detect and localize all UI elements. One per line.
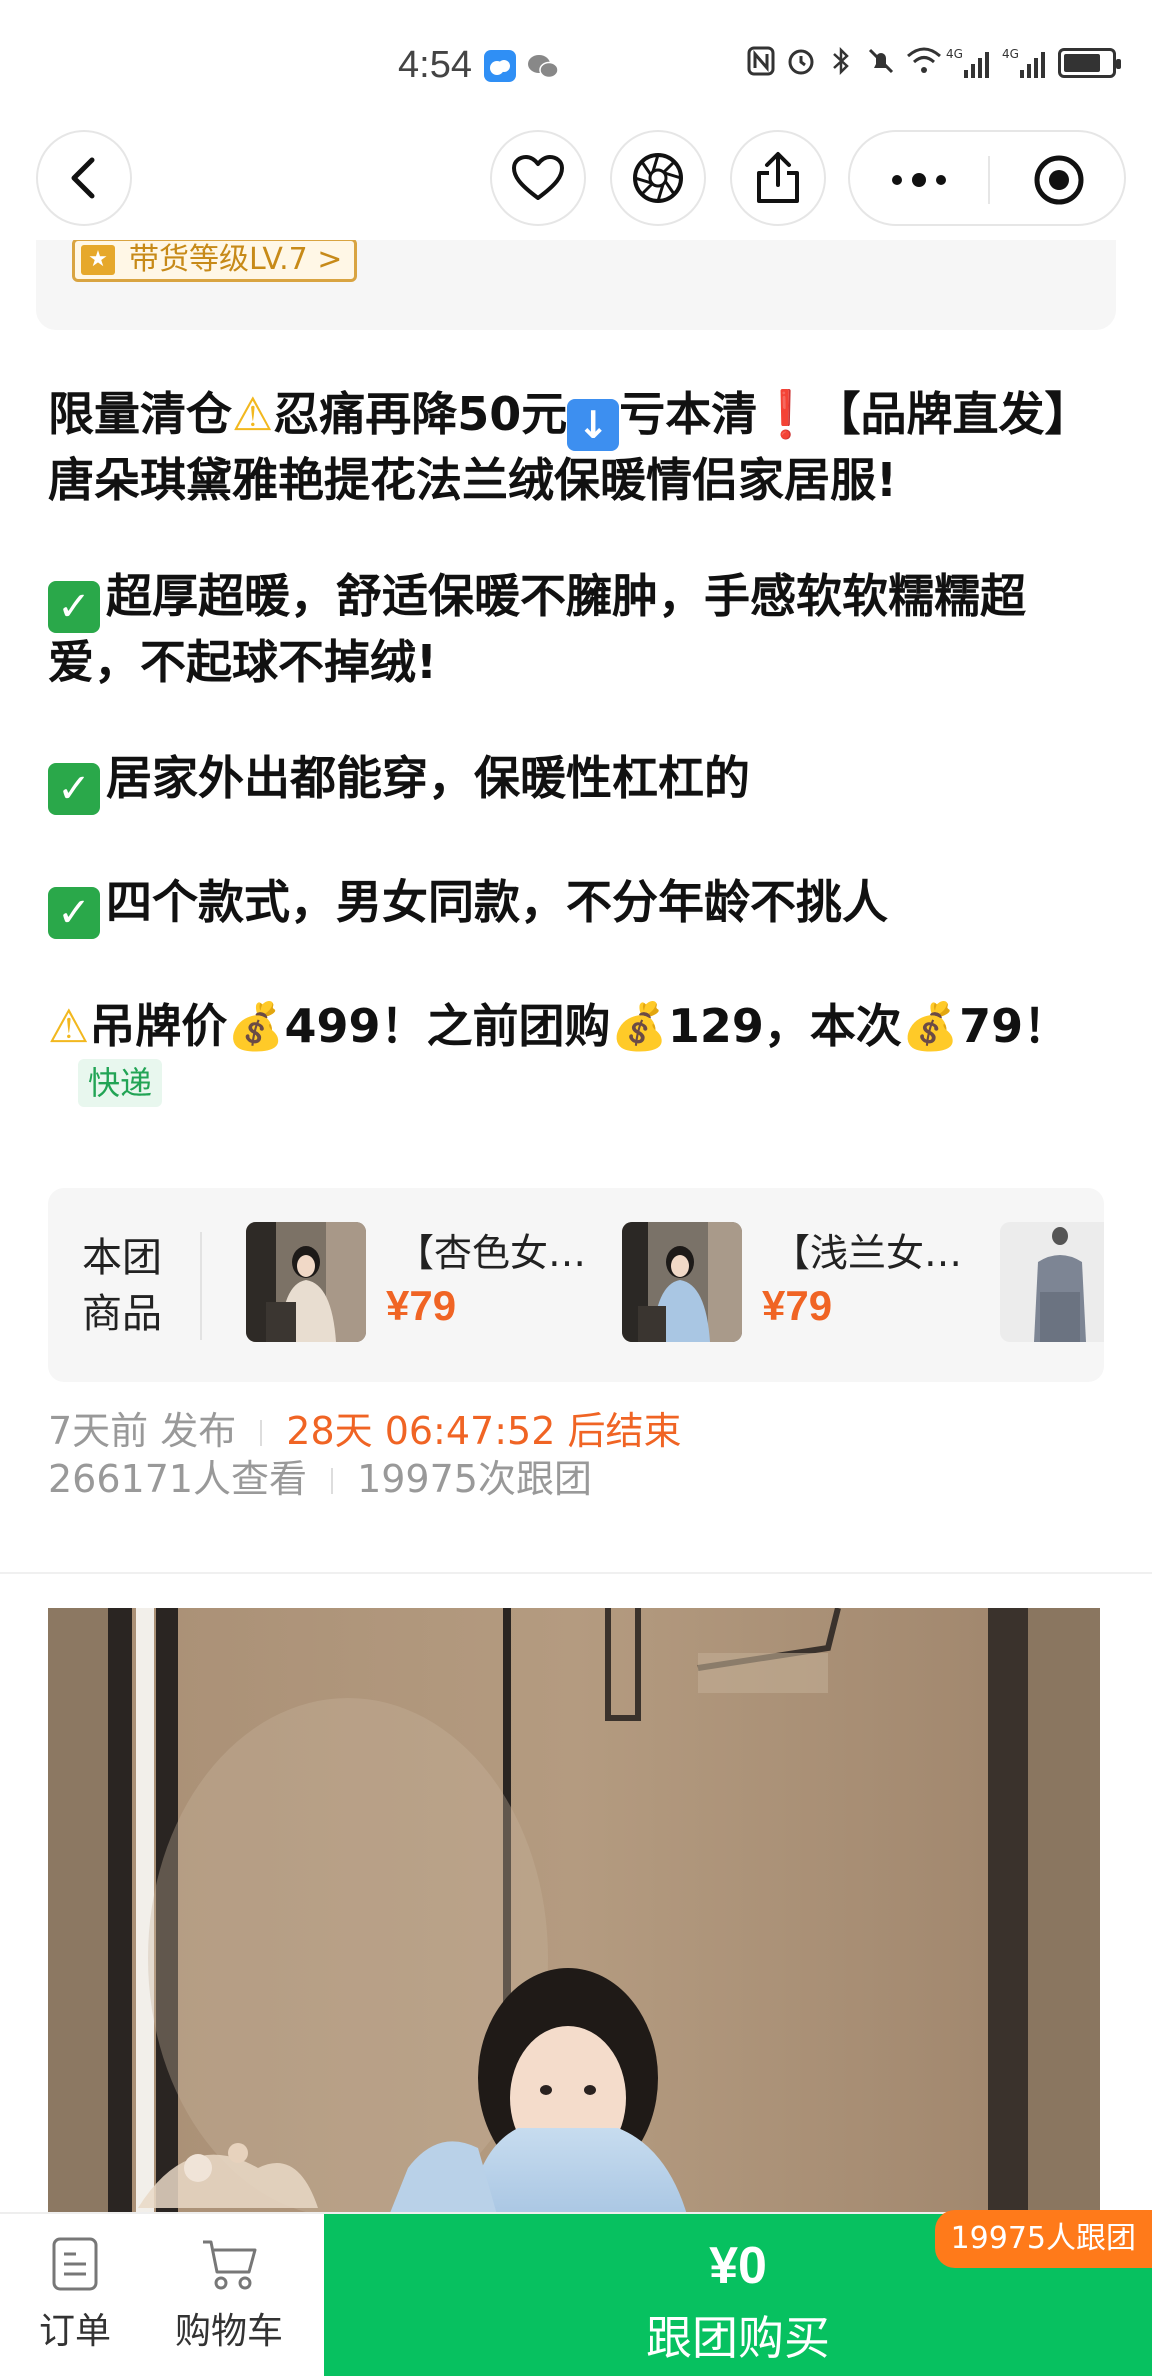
status-icons: 4G 4G: [746, 46, 1121, 80]
star-icon: ★: [81, 245, 115, 275]
product-name: 【浅兰女…: [772, 1231, 963, 1275]
post-meta-line-2: 266171人查看 19975次跟团: [48, 1448, 592, 1503]
nfc-icon: [746, 46, 776, 80]
post-line1-a: 限量清仓: [48, 387, 232, 441]
post-price-a: 吊牌价: [89, 999, 228, 1053]
weather-app-icon: [484, 50, 516, 82]
end-countdown: 28天 06:47:52 后结束: [286, 1409, 682, 1453]
meta-separator: [331, 1468, 334, 1494]
post-feature-3-text: 四个款式，男女同款，不分年龄不挑人: [106, 875, 888, 929]
post-feature-1-text: 超厚超暖，舒适保暖不臃肿，手感软软糯糯超爱，不起球不掉绒!: [48, 569, 1026, 689]
money-bag-icon: 💰: [610, 999, 668, 1053]
product-card[interactable]: [1000, 1222, 1104, 1348]
money-bag-icon: 💰: [901, 999, 960, 1053]
post-feature-1: ✓ 超厚超暖，舒适保暖不臃肿，手感软软糯糯超爱，不起球不掉绒!: [48, 567, 1088, 691]
camera-button[interactable]: [610, 130, 706, 226]
battery-charging-icon: [1058, 48, 1121, 78]
share-icon: [757, 152, 799, 203]
product-price: ¥79: [762, 1282, 833, 1329]
section-divider: [0, 1572, 1152, 1574]
back-button[interactable]: [36, 130, 132, 226]
close-mini-program-button[interactable]: [990, 132, 1128, 228]
orders-label: 订单: [38, 2311, 111, 2352]
svg-text:4G: 4G: [946, 47, 963, 61]
check-icon: ✓: [48, 887, 100, 939]
post-price-b: 499！之前团购: [284, 999, 611, 1053]
post-feature-2-text: 居家外出都能穿，保暖性杠杠的: [106, 751, 750, 805]
meta-separator: [260, 1420, 263, 1446]
post-line1-b: 忍痛再降50元: [273, 387, 568, 441]
follower-count-badge: 19975人跟团: [934, 2210, 1152, 2268]
back-icon: [71, 157, 95, 199]
share-button[interactable]: [730, 130, 826, 226]
top-navbar: [0, 120, 1152, 240]
heart-icon: [512, 155, 564, 200]
warning-icon: ⚠: [48, 999, 90, 1053]
cart-tab[interactable]: 购物车: [164, 2236, 294, 2354]
publish-time: 7天前 发布: [48, 1409, 237, 1453]
post-price-c: 129，本次: [667, 999, 902, 1053]
signal-4g-icon: 4G: [1002, 46, 1048, 80]
product-card[interactable]: 【浅兰女… ¥79: [622, 1222, 962, 1348]
exclamation-icon: ❗: [757, 387, 815, 441]
seller-level-badge[interactable]: ★ 带货等级LV.7 >: [72, 238, 358, 282]
group-products-strip[interactable]: 本团商品 【杏色女… ¥79 【浅兰女… ¥79: [48, 1188, 1104, 1382]
post-title: 限量清仓⚠忍痛再降50元 ↓ 亏本清❗【品牌直发】唐朵琪黛雅艳提花法兰绒保暖情侣家居…: [48, 385, 1088, 509]
more-button[interactable]: [850, 132, 988, 228]
group-products-label: 本团商品: [82, 1235, 162, 1337]
bluetooth-icon: [826, 46, 856, 80]
post-feature-3: ✓ 四个款式，男女同款，不分年龄不挑人: [48, 873, 1088, 939]
product-card[interactable]: 【杏色女… ¥79: [246, 1222, 586, 1348]
post-meta-line-1: 7天前 发布 28天 06:47:52 后结束: [48, 1400, 681, 1455]
cart-icon: [203, 2240, 257, 2290]
post-price-d: 79！: [959, 999, 1070, 1053]
down-arrow-icon: ↓: [567, 399, 620, 451]
post-feature-2: ✓ 居家外出都能穿，保暖性杠杠的: [48, 749, 1088, 815]
target-icon: [1034, 155, 1084, 205]
warning-icon: ⚠: [232, 387, 274, 441]
favorite-button[interactable]: [490, 130, 586, 226]
money-bag-icon: 💰: [227, 999, 285, 1053]
cart-label: 购物车: [174, 2311, 283, 2352]
join-group-buy-button[interactable]: ¥0 跟团购买 19975人跟团: [324, 2210, 1152, 2376]
alarm-icon: [786, 46, 816, 80]
post-description: 限量清仓⚠忍痛再降50元 ↓ 亏本清❗【品牌直发】唐朵琪黛雅艳提花法兰绒保暖情侣家居…: [48, 385, 1088, 1113]
wechat-icon: [526, 50, 559, 82]
product-name: 【杏色女…: [396, 1231, 587, 1275]
shutter-icon: [633, 153, 683, 203]
join-count: 19975次跟团: [357, 1457, 592, 1501]
products-divider: [200, 1232, 202, 1340]
product-photo[interactable]: [48, 1608, 1100, 2218]
product-thumbnail: [622, 1222, 742, 1342]
status-bar: 4:54 4G 4G: [0, 0, 1152, 130]
bottom-action-bar: 订单 购物车 ¥0 跟团购买 19975人跟团: [0, 2210, 1152, 2376]
post-price-line: ⚠吊牌价💰499！之前团购💰129，本次💰79！快递: [48, 997, 1088, 1113]
seller-level-label: 带货等级LV.7 >: [129, 242, 343, 277]
check-icon: ✓: [48, 581, 100, 633]
status-time: 4:54: [398, 44, 472, 86]
svg-text:4G: 4G: [1002, 47, 1019, 61]
wifi-icon: [906, 46, 941, 80]
express-tag: 快递: [78, 1059, 163, 1107]
buy-label: 跟团购买: [646, 2311, 830, 2365]
mini-program-capsule: [848, 130, 1126, 226]
post-line1-c: 亏本清: [619, 387, 758, 441]
product-thumbnail: [1000, 1222, 1104, 1342]
orders-tab[interactable]: 订单: [10, 2236, 140, 2354]
signal-4g-icon: 4G: [946, 46, 992, 80]
product-thumbnail: [246, 1222, 366, 1342]
check-icon: ✓: [48, 763, 100, 815]
more-dots-icon: [892, 173, 946, 187]
view-count: 266171人查看: [48, 1457, 308, 1501]
mute-icon: [866, 46, 896, 80]
product-price: ¥79: [386, 1282, 457, 1329]
order-list-icon: [52, 2237, 98, 2291]
